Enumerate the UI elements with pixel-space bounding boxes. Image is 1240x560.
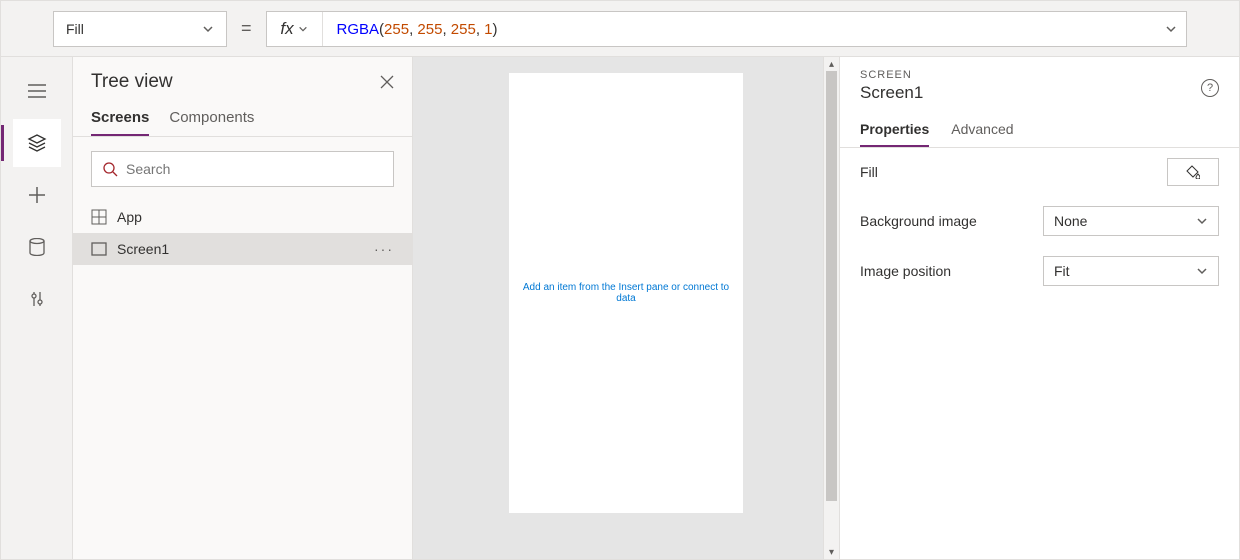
- formula-func: RGBA: [337, 21, 380, 38]
- app-icon: [91, 209, 107, 225]
- search-icon: [102, 161, 118, 177]
- formula-expand-button[interactable]: [1156, 23, 1186, 35]
- canvas-hint: Add an item from the Insert pane or conn…: [509, 282, 743, 304]
- vertical-scrollbar[interactable]: ▴ ▾: [823, 57, 839, 559]
- search-wrap: [73, 137, 412, 201]
- insert-rail-icon[interactable]: [13, 171, 61, 219]
- tools-rail-icon[interactable]: [13, 275, 61, 323]
- tree-view-panel: Tree view Screens Components App: [73, 57, 413, 559]
- tree-item-app[interactable]: App: [73, 201, 412, 233]
- formula-input[interactable]: RGBA(255, 255, 255, 1): [323, 20, 1156, 38]
- chevron-down-icon: [202, 23, 214, 35]
- property-selector[interactable]: Fill: [53, 11, 227, 47]
- prop-label-img-pos: Image position: [860, 263, 1020, 279]
- tab-properties[interactable]: Properties: [860, 121, 929, 147]
- canvas-area: Add an item from the Insert pane or conn…: [413, 57, 839, 559]
- formula-bar: Fill = fx RGBA(255, 255, 255, 1): [1, 1, 1239, 57]
- properties-panel: SCREEN Screen1 ? Properties Advanced Fil…: [839, 57, 1239, 559]
- tree-header: Tree view: [73, 57, 412, 99]
- props-tabs: Properties Advanced: [840, 113, 1239, 148]
- screen-canvas[interactable]: Add an item from the Insert pane or conn…: [509, 73, 743, 513]
- prop-label-fill: Fill: [860, 164, 1020, 180]
- data-rail-icon[interactable]: [13, 223, 61, 271]
- search-input[interactable]: [126, 161, 383, 177]
- scroll-down-icon[interactable]: ▾: [824, 545, 839, 559]
- prop-row-img-pos: Image position Fit: [840, 246, 1239, 296]
- chevron-down-icon: [1196, 265, 1208, 277]
- tree-item-label: Screen1: [117, 241, 169, 257]
- close-icon[interactable]: [380, 75, 394, 89]
- main-area: Tree view Screens Components App: [1, 57, 1239, 559]
- fx-button[interactable]: fx: [267, 12, 323, 46]
- tree-title: Tree view: [91, 71, 173, 93]
- equals-sign: =: [237, 18, 256, 39]
- tab-components[interactable]: Components: [169, 109, 254, 136]
- hamburger-menu-icon[interactable]: [13, 67, 61, 115]
- fx-label: fx: [280, 19, 293, 39]
- scrollbar-thumb[interactable]: [826, 71, 837, 501]
- help-icon[interactable]: ?: [1201, 79, 1219, 97]
- prop-label-bg-image: Background image: [860, 213, 1020, 229]
- element-name: Screen1: [860, 83, 1219, 103]
- tree-item-label: App: [117, 209, 142, 225]
- tree-view-rail-icon[interactable]: [13, 119, 61, 167]
- formula-input-area: fx RGBA(255, 255, 255, 1): [266, 11, 1187, 47]
- property-selector-value: Fill: [66, 21, 84, 37]
- img-pos-dropdown[interactable]: Fit: [1043, 256, 1219, 286]
- tab-advanced[interactable]: Advanced: [951, 121, 1013, 147]
- element-type-label: SCREEN: [860, 69, 1219, 81]
- scroll-up-icon[interactable]: ▴: [824, 57, 839, 71]
- bg-image-dropdown[interactable]: None: [1043, 206, 1219, 236]
- chevron-down-icon: [1196, 215, 1208, 227]
- img-pos-value: Fit: [1054, 263, 1070, 279]
- screen-icon: [91, 242, 107, 256]
- tree-item-screen1[interactable]: Screen1 ···: [73, 233, 412, 265]
- tab-screens[interactable]: Screens: [91, 109, 149, 136]
- search-box[interactable]: [91, 151, 394, 187]
- paint-bucket-icon: [1186, 165, 1200, 179]
- fill-color-picker[interactable]: [1167, 158, 1219, 186]
- bg-image-value: None: [1054, 213, 1087, 229]
- props-header: SCREEN Screen1 ?: [840, 69, 1239, 113]
- tree-list: App Screen1 ···: [73, 201, 412, 265]
- more-icon[interactable]: ···: [374, 241, 394, 257]
- prop-row-bg-image: Background image None: [840, 196, 1239, 246]
- left-rail: [1, 57, 73, 559]
- tree-tabs: Screens Components: [73, 99, 412, 137]
- prop-row-fill: Fill: [840, 148, 1239, 196]
